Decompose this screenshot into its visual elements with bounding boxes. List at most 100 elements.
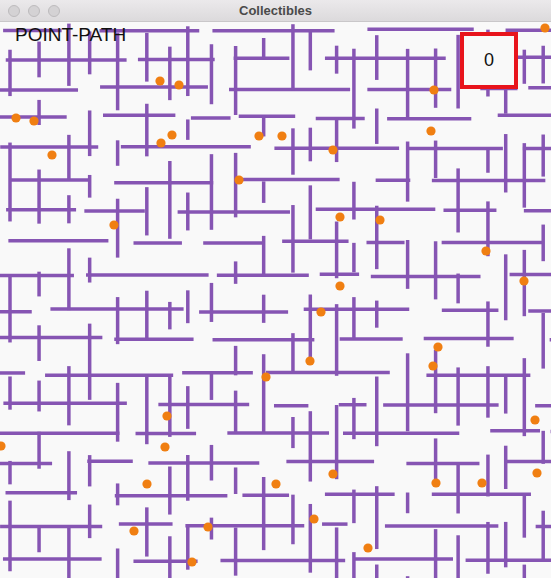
collectible-dot[interactable] (429, 85, 438, 94)
collectible-dot[interactable] (335, 212, 344, 221)
collectible-dot[interactable] (11, 113, 20, 122)
maze-wall (0, 145, 98, 149)
maze-wall (133, 241, 181, 245)
game-canvas[interactable]: POINT-PATH0 (0, 22, 551, 578)
maze-wall (229, 88, 350, 92)
maze-wall (88, 505, 92, 539)
maze-wall (352, 398, 356, 439)
collectible-dot[interactable] (47, 150, 56, 159)
close-button[interactable] (8, 5, 20, 17)
collectible-dot[interactable] (328, 469, 337, 478)
maze-wall (234, 261, 238, 283)
collectible-dot[interactable] (271, 479, 280, 488)
maze-wall (406, 576, 410, 578)
maze-wall (424, 337, 514, 341)
maze-wall (434, 241, 438, 299)
collectible-dot[interactable] (481, 246, 490, 255)
maze-wall (88, 175, 92, 198)
collectible-dot[interactable] (234, 175, 243, 184)
maze-wall (375, 206, 379, 269)
maze-wall (88, 324, 92, 400)
minimize-button[interactable] (28, 5, 40, 17)
maze-wall (523, 358, 527, 436)
collectible-dot[interactable] (109, 220, 118, 229)
maze-wall (116, 548, 120, 578)
collectible-dot[interactable] (156, 138, 165, 147)
maze-wall (510, 273, 551, 277)
maze-wall (262, 236, 266, 276)
maze-wall (309, 32, 313, 71)
maze-wall (352, 182, 356, 220)
maze-wall (191, 116, 231, 120)
maze-wall (210, 374, 214, 400)
maze-wall (210, 283, 214, 322)
maze-wall (375, 301, 379, 328)
maze-wall (309, 128, 313, 162)
maze-wall (37, 42, 41, 78)
collectible-dot[interactable] (426, 126, 435, 135)
collectible-dot[interactable] (254, 131, 263, 140)
maze-wall (504, 446, 508, 489)
zoom-button[interactable] (48, 5, 60, 17)
maze-wall (262, 477, 266, 550)
collectible-dot[interactable] (0, 441, 6, 450)
collectible-dot[interactable] (203, 522, 212, 531)
collectible-dot[interactable] (316, 307, 325, 316)
maze-wall (234, 153, 238, 217)
collectible-dot[interactable] (305, 356, 314, 365)
maze-wall (168, 302, 172, 329)
collectible-dot[interactable] (375, 215, 384, 224)
maze-wall (234, 528, 238, 576)
maze-wall (466, 558, 551, 562)
collectible-dot[interactable] (540, 23, 549, 32)
collectible-dot[interactable] (162, 411, 171, 420)
maze-wall (442, 308, 499, 312)
collectible-dot[interactable] (431, 478, 440, 487)
collectible-dot[interactable] (433, 342, 442, 351)
maze-wall (434, 438, 438, 479)
collectible-dot[interactable] (167, 130, 176, 139)
collectible-dot[interactable] (335, 281, 344, 290)
maze-wall (498, 114, 551, 118)
maze-wall (186, 119, 190, 139)
collectible-dot[interactable] (519, 276, 528, 285)
maze-wall (234, 467, 238, 494)
collectible-dot[interactable] (530, 415, 539, 424)
maze-wall (320, 272, 359, 276)
collectible-dot[interactable] (328, 145, 337, 154)
maze-wall (145, 104, 149, 157)
collectible-dot[interactable] (428, 361, 437, 370)
collectible-dot[interactable] (187, 557, 196, 566)
collectible-dot[interactable] (142, 479, 151, 488)
collectible-dot[interactable] (160, 442, 169, 451)
collectible-dot[interactable] (363, 543, 372, 552)
maze-wall (0, 525, 102, 529)
maze-wall (45, 374, 173, 378)
maze-wall (541, 313, 545, 369)
collectible-dot[interactable] (29, 116, 38, 125)
collectible-dot[interactable] (277, 131, 286, 140)
maze-wall (234, 391, 238, 434)
maze-wall (456, 464, 460, 514)
maze-wall (371, 275, 481, 279)
collectible-dot[interactable] (129, 526, 138, 535)
maze-wall (186, 386, 190, 429)
maze-wall (523, 147, 551, 151)
collectible-dot[interactable] (309, 514, 318, 523)
maze-wall (541, 511, 545, 560)
collectible-dot[interactable] (155, 76, 164, 85)
maze-wall (136, 432, 197, 436)
maze-wall (121, 145, 251, 149)
collectible-dot[interactable] (477, 478, 486, 487)
maze-wall (325, 493, 395, 497)
maze-wall (37, 381, 41, 412)
maze-wall (203, 241, 263, 245)
maze-wall (456, 168, 460, 232)
collectible-dot[interactable] (532, 468, 541, 477)
collectible-dot[interactable] (174, 80, 183, 89)
maze-wall (186, 26, 190, 96)
maze-wall (186, 193, 190, 231)
collectible-dot[interactable] (261, 372, 270, 381)
maze-wall (262, 295, 266, 323)
maze-wall (291, 333, 295, 372)
